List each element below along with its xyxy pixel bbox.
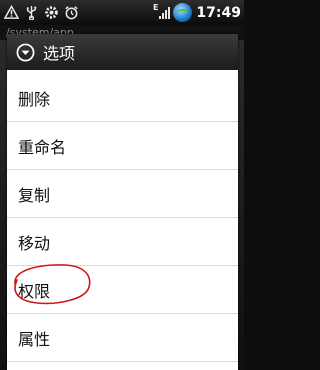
network-type: E	[152, 3, 159, 12]
alarm-icon	[65, 6, 78, 20]
menu-item-label: 移动	[18, 233, 51, 253]
dropdown-circle-icon	[16, 43, 35, 61]
warning-icon	[4, 5, 19, 19]
menu-item-move[interactable]: 移动	[7, 218, 238, 266]
menu-item-label: 删除	[18, 89, 51, 109]
usb-icon	[26, 5, 37, 20]
menu-item-permissions[interactable]: 权限	[7, 264, 238, 314]
options-menu: 删除 重命名 复制 移动 权限 属性	[7, 74, 238, 362]
menu-item-delete[interactable]: 删除	[7, 74, 238, 122]
sync-globe-icon	[173, 3, 193, 22]
menu-item-label: 属性	[18, 329, 51, 349]
menu-item-label: 权限	[18, 281, 51, 301]
dialog-title: 选项	[43, 44, 76, 63]
settings-icon	[45, 6, 58, 19]
status-clock: 17:49	[196, 4, 241, 21]
status-bar: E 17:49	[0, 0, 244, 25]
signal-icon	[159, 6, 171, 19]
background-list-edge-right	[238, 40, 244, 370]
options-dialog: 选项 删除 重命名 复制 移动 权限 属性	[7, 34, 238, 370]
system-indicators: E 17:49	[153, 2, 241, 23]
menu-item-copy[interactable]: 复制	[7, 170, 238, 218]
menu-item-label: 重命名	[18, 137, 67, 157]
notification-icons	[4, 3, 79, 22]
background-list-edge	[0, 40, 7, 370]
menu-item-rename[interactable]: 重命名	[7, 122, 238, 170]
dialog-header: 选项	[7, 34, 238, 70]
menu-item-properties[interactable]: 属性	[7, 314, 238, 362]
menu-item-label: 复制	[18, 185, 51, 205]
